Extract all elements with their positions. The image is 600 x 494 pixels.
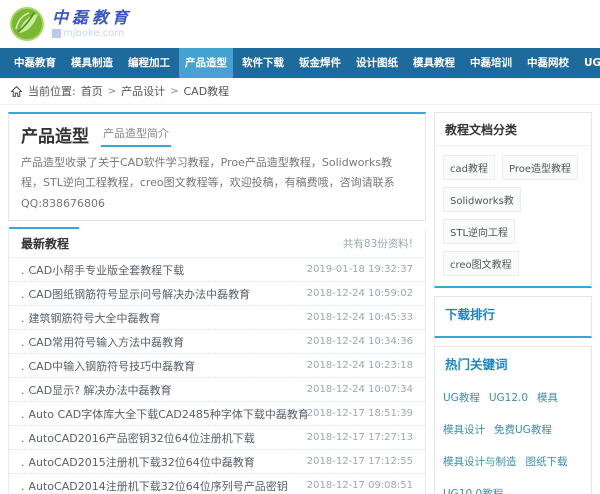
article-date: 2018-12-17 17:12:55 (306, 456, 413, 468)
article-link[interactable]: . AutoCAD2014注册机下载32位64位序列号产品密钥 (21, 478, 288, 494)
site-logo[interactable]: 中磊教育 mjboke.com (10, 7, 132, 41)
article-list: . CAD小帮手专业版全套教程下载 2019-01-18 19:32:37 . CAD图… (9, 258, 425, 494)
nav-item-中磊教育[interactable]: 中磊教育 (8, 48, 62, 78)
article-link[interactable]: . Auto CAD字体库大全下载CAD2485种字体下载中磊教育 (21, 406, 307, 422)
download-rank-title: 下载排行 (445, 307, 496, 322)
nav-item-产品造型[interactable]: 产品造型 (179, 48, 233, 78)
content-column: 产品造型 产品造型简介 产品造型收录了关于CAD软件学习教程，Proe产品造型教… (8, 112, 426, 494)
bullet: . (21, 479, 25, 493)
site-domain: mjboke.com (52, 28, 132, 39)
main-content: 产品造型 产品造型简介 产品造型收录了关于CAD软件学习教程，Proe产品造型教… (0, 105, 600, 494)
breadcrumb-current[interactable]: CAD教程 (184, 83, 230, 99)
leaf-logo-icon (10, 7, 44, 41)
bullet: . (21, 383, 25, 397)
article-link[interactable]: . AutoCAD2016产品密钥32位64位注册机下载 (21, 430, 255, 446)
category-tag[interactable]: creo图文教程 (443, 251, 519, 276)
nav-item-钣金焊件[interactable]: 钣金焊件 (293, 48, 347, 78)
sidebar: 教程文档分类 cad教程 Proe造型教程 Solidworks教 STL逆向工程 cr… (434, 112, 592, 494)
bullet: . (21, 311, 25, 325)
keyword-link[interactable]: 免费UG教程 (494, 424, 552, 436)
bullet: . (21, 431, 25, 445)
article-link[interactable]: . AutoCAD2015注册机下载32位64位中磊教育 (21, 454, 255, 470)
article-row: . CAD中输入钢筋符号技巧中磊教育 2018-12-24 10:23:18 (9, 354, 425, 379)
article-date: 2018-12-24 10:07:34 (306, 384, 413, 396)
doc-categories-panel: 教程文档分类 cad教程 Proe造型教程 Solidworks教 STL逆向工程 cr… (434, 112, 592, 288)
list-count: 共有83份资料! (342, 238, 413, 251)
article-link[interactable]: . CAD图纸钢筋符号显示问号解决办法中磊教育 (21, 286, 250, 302)
bullet: . (21, 407, 25, 421)
site-title: 中磊教育 (52, 8, 133, 28)
bullet: . (21, 287, 25, 301)
main-nav: 中磊教育 模具制造 编程加工 产品造型 软件下载 钣金焊件 设计图纸 模具教程 中磊培训 中磊网校… (0, 48, 600, 78)
nav-item-中磊网校[interactable]: 中磊网校 (521, 48, 575, 78)
article-row: . AutoCAD2016产品密钥32位64位注册机下载 2018-12-17 17… (9, 426, 425, 451)
bullet: . (21, 359, 25, 373)
article-row: . CAD常用符号输入方法中磊教育 2018-12-24 10:34:36 (9, 330, 425, 355)
keyword-link[interactable]: UG10.0教程 (443, 488, 503, 494)
article-row: . AutoCAD2015注册机下载32位64位中磊教育 2018-12-17 17… (9, 450, 425, 475)
keyword-link[interactable]: UG12.0 (489, 392, 528, 404)
article-link[interactable]: . CAD小帮手专业版全套教程下载 (21, 262, 184, 278)
article-date: 2018-12-24 10:34:36 (306, 336, 413, 348)
doc-categories-tags: cad教程 Proe造型教程 Solidworks教 STL逆向工程 creo图文教程 (435, 146, 591, 286)
page-header: 中磊教育 mjboke.com (0, 0, 600, 48)
nav-item-模具制造[interactable]: 模具制造 (65, 48, 119, 78)
nav-item-软件下载[interactable]: 软件下载 (236, 48, 290, 78)
article-date: 2018-12-24 10:59:02 (306, 288, 413, 300)
bullet: . (21, 335, 25, 349)
article-row: . CAD小帮手专业版全套教程下载 2019-01-18 19:32:37 (9, 258, 425, 283)
category-intro-panel: 产品造型 产品造型简介 产品造型收录了关于CAD软件学习教程，Proe产品造型教… (8, 112, 426, 222)
keyword-link[interactable]: UG教程 (443, 392, 480, 404)
keyword-link[interactable]: 模具设计 (443, 424, 485, 436)
nav-item-中磊培训[interactable]: 中磊培训 (464, 48, 518, 78)
category-tag[interactable]: STL逆向工程 (443, 219, 516, 244)
category-title: 产品造型 (21, 127, 89, 147)
article-date: 2018-12-24 10:45:33 (306, 312, 413, 324)
category-tag[interactable]: Proe造型教程 (501, 155, 579, 180)
hot-keywords-list: UG教程 UG12.0 模具模具设计 免费UG教程模具设计与制造 图纸下载 UG10.0教… (435, 378, 591, 494)
nav-item-编程加工[interactable]: 编程加工 (122, 48, 176, 78)
category-intro-tab[interactable]: 产品造型简介 (101, 125, 171, 147)
breadcrumb-prefix: 当前位置: (28, 85, 76, 98)
article-link[interactable]: . CAD显示? 解决办法中磊教育 (21, 382, 172, 398)
breadcrumb-separator: > (170, 85, 179, 97)
bullet: . (21, 455, 25, 469)
keyword-link[interactable]: 图纸下载 (526, 456, 568, 468)
article-link[interactable]: . CAD中输入钢筋符号技巧中磊教育 (21, 358, 195, 374)
article-row: . AutoCAD2014注册机下载32位64位序列号产品密钥 2018-12-17… (9, 474, 425, 494)
home-icon (10, 85, 23, 97)
nav-item-UG教程[interactable]: UG教程 (578, 48, 600, 78)
article-row: . CAD图纸钢筋符号显示问号解决办法中磊教育 2018-12-24 10:59:0… (9, 282, 425, 307)
article-row: . 建筑钢筋符号大全中磊教育 2018-12-24 10:45:33 (9, 306, 425, 331)
article-link[interactable]: . CAD常用符号输入方法中磊教育 (21, 334, 184, 350)
hot-keywords-title: 热门关键词 (445, 357, 508, 372)
favicon-square (52, 28, 61, 38)
article-date: 2018-12-17 17:27:13 (306, 432, 413, 444)
article-date: 2019-01-18 19:32:37 (306, 264, 413, 276)
hot-keywords-panel: 热门关键词 UG教程 UG12.0 模具模具设计 免费UG教程模具设计与制造 图纸下载U… (434, 346, 592, 494)
article-list-panel: 最新教程 共有83份资料! . CAD小帮手专业版全套教程下载 2019-01-18… (8, 227, 426, 494)
nav-item-设计图纸[interactable]: 设计图纸 (350, 48, 404, 78)
nav-item-模具教程[interactable]: 模具教程 (407, 48, 461, 78)
list-title: 最新教程 (21, 237, 70, 252)
category-tag[interactable]: Solidworks教 (443, 187, 521, 212)
breadcrumb-home[interactable]: 首页 (81, 83, 103, 99)
download-rank-panel: 下载排行 (434, 296, 592, 338)
bullet: . (21, 263, 25, 277)
article-row: . CAD显示? 解决办法中磊教育 2018-12-24 10:07:34 (9, 378, 425, 403)
article-date: 2018-12-24 10:23:18 (306, 360, 413, 372)
article-date: 2018-12-17 18:51:39 (306, 408, 413, 420)
article-link[interactable]: . 建筑钢筋符号大全中磊教育 (21, 310, 161, 326)
category-description: 产品造型收录了关于CAD软件学习教程，Proe产品造型教程，Solidworks… (21, 156, 395, 210)
article-row: . Auto CAD字体库大全下载CAD2485种字体下载中磊教育 2018-12-… (9, 402, 425, 427)
article-date: 2018-12-17 09:08:51 (306, 480, 413, 492)
breadcrumb: 当前位置: 首页 > 产品设计 > CAD教程 (0, 78, 600, 105)
download-rank-body (435, 328, 591, 336)
keyword-link[interactable]: 模具设计与制造 (443, 456, 517, 468)
breadcrumb-separator: > (107, 85, 117, 97)
category-tag[interactable]: cad教程 (443, 155, 495, 180)
breadcrumb-category[interactable]: 产品设计 (121, 83, 165, 99)
doc-categories-title: 教程文档分类 (435, 113, 591, 146)
keyword-link[interactable]: 模具 (537, 392, 558, 404)
